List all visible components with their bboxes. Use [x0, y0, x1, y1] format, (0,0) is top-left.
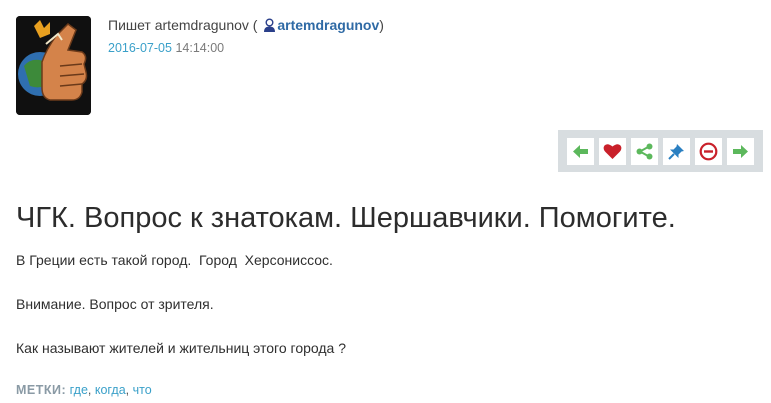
remove-button[interactable]	[695, 137, 722, 165]
post-paragraph: Внимание. Вопрос от зрителя.	[16, 296, 214, 312]
user-icon[interactable]	[263, 18, 276, 37]
post-time: 14:14:00	[175, 41, 225, 55]
post-paragraph: Как называют жителей и жительниц этого г…	[16, 340, 347, 356]
tag-separator: ,	[125, 383, 133, 397]
pin-icon	[668, 143, 684, 160]
arrow-left-icon	[573, 144, 588, 158]
tag-separator: ,	[87, 383, 95, 397]
favorite-button[interactable]	[599, 137, 626, 165]
pin-button[interactable]	[663, 137, 690, 165]
post-title: ЧГК. Вопрос к знатокам. Шершавчики. Помо…	[16, 202, 676, 234]
author-byline: Пишет artemdragunov ( artemdragunov)	[108, 16, 384, 37]
tag-link[interactable]: когда	[95, 383, 126, 397]
tag-link[interactable]: где	[70, 383, 88, 397]
post-paragraph: В Греции есть такой город. Город Херсони…	[16, 252, 333, 268]
next-post-button[interactable]	[727, 137, 754, 165]
author-prefix: Пишет artemdragunov (	[108, 17, 258, 33]
post-tags: МЕТКИ: где, когда, что	[16, 382, 152, 398]
post-date-link[interactable]: 2016-07-05	[108, 41, 172, 55]
share-button[interactable]	[631, 137, 658, 165]
post-datetime: 2016-07-05 14:14:00	[108, 40, 224, 56]
user-avatar[interactable]	[16, 16, 91, 115]
previous-post-button[interactable]	[567, 137, 594, 165]
thumbs-up-avatar-image	[16, 16, 91, 115]
post-actions-toolbar	[558, 130, 763, 172]
tags-label: МЕТКИ:	[16, 383, 67, 397]
arrow-right-icon	[733, 144, 748, 158]
author-suffix: )	[379, 17, 384, 33]
minus-circle-icon	[699, 142, 718, 160]
tag-link[interactable]: что	[133, 383, 152, 397]
share-icon	[636, 143, 653, 159]
post-body: В Греции есть такой город. Город Херсони…	[16, 252, 346, 384]
author-username-link[interactable]: artemdragunov	[277, 17, 379, 33]
heart-icon	[603, 143, 622, 159]
